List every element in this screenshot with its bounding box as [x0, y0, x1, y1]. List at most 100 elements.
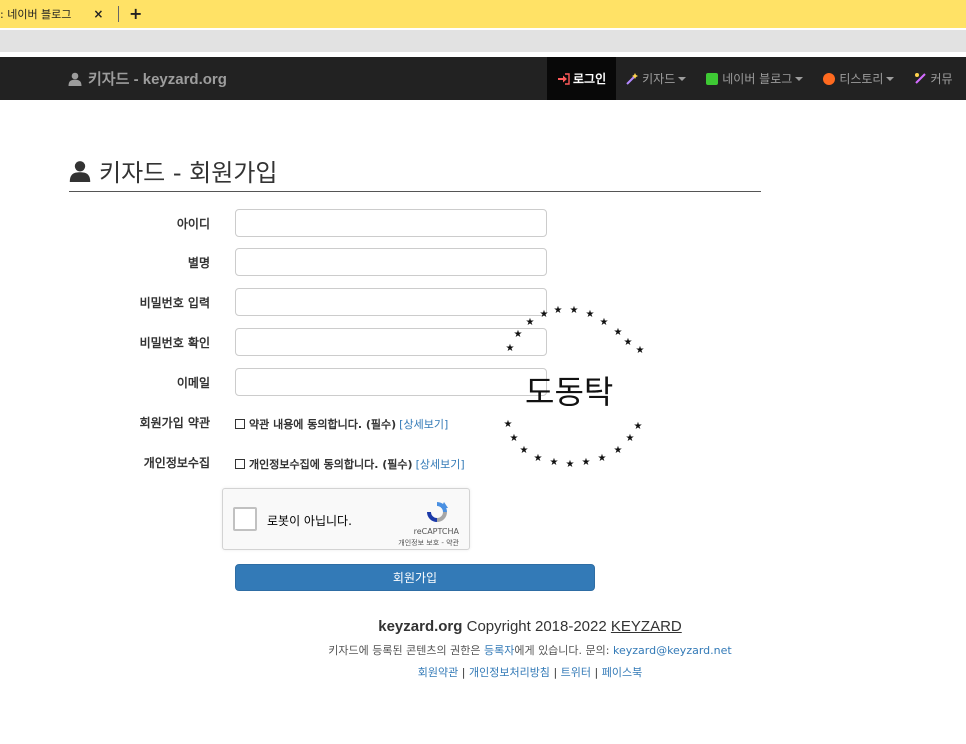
- svg-text:★: ★: [582, 457, 591, 468]
- privacy-details-link[interactable]: [상세보기]: [416, 456, 465, 472]
- password-label: 비밀번호 입력: [139, 295, 210, 310]
- footer-link-divider: |: [553, 666, 558, 679]
- footer-site: keyzard.org: [378, 618, 463, 635]
- email-label: 이메일: [176, 375, 210, 390]
- user-icon: [68, 72, 82, 86]
- svg-text:★: ★: [566, 459, 575, 470]
- footer-link-divider: |: [594, 666, 599, 679]
- recaptcha-terms-link[interactable]: 개인정보 보호 - 약관: [398, 538, 459, 548]
- footer-rights-prefix: 키자드에 등록된 콘텐츠의 권한은: [328, 644, 481, 657]
- tab-close-icon[interactable]: ×: [93, 7, 103, 21]
- svg-text:★: ★: [550, 457, 559, 468]
- svg-text:★: ★: [624, 337, 633, 348]
- svg-text:★: ★: [570, 305, 579, 316]
- footer-link-privacy[interactable]: 개인정보처리방침: [469, 666, 550, 679]
- user-icon: [69, 160, 91, 182]
- svg-text:★: ★: [526, 317, 535, 328]
- privacy-agree: 개인정보수집에 동의합니다. (필수) [상세보기]: [235, 456, 465, 472]
- recaptcha-logo-icon: [427, 502, 448, 522]
- footer-contact-email[interactable]: keyzard@keyzard.net: [613, 644, 732, 657]
- site-navbar: 키자드 - keyzard.org 로그인 키자드 네이버 블로그 티스토리 커…: [0, 57, 966, 100]
- footer-link-divider: |: [461, 666, 466, 679]
- nickname-input[interactable]: [235, 248, 547, 276]
- navbar-menu: 로그인 키자드 네이버 블로그 티스토리 커뮤: [547, 57, 963, 100]
- browser-tab[interactable]: : 네이버 블로그 ×: [0, 0, 112, 28]
- form-row-id: 아이디: [0, 209, 210, 237]
- form-row-password: 비밀번호 입력: [0, 288, 210, 316]
- form-row-nickname: 별명: [0, 248, 210, 276]
- recaptcha-widget: 로봇이 아닙니다. reCAPTCHA 개인정보 보호 - 약관: [222, 488, 470, 550]
- footer-copyright-text: Copyright 2018-2022: [466, 618, 607, 635]
- magic-wand-icon: [626, 73, 639, 85]
- privacy-check-label: 개인정보수집에 동의합니다. (필수): [249, 458, 413, 471]
- form-row-password-confirm: 비밀번호 확인: [0, 328, 210, 356]
- chevron-down-icon: [886, 76, 895, 81]
- browser-address-bar[interactable]: [0, 30, 966, 52]
- id-input[interactable]: [235, 209, 547, 237]
- watermark-stamp: ★ ★ ★ ★ ★ ★ ★ ★ ★ ★ ★ ★ ★ ★ ★ ★ ★ ★ ★ ★ …: [500, 305, 648, 470]
- svg-text:★: ★: [534, 453, 543, 464]
- watermark-text: 도동탁: [525, 373, 614, 411]
- recaptcha-label: 로봇이 아닙니다.: [267, 514, 352, 528]
- page-title-text: 키자드 - 회원가입: [99, 159, 278, 187]
- svg-text:★: ★: [540, 309, 549, 320]
- footer-link-twitter[interactable]: 트위터: [561, 666, 591, 679]
- terms-checkbox[interactable]: [235, 419, 245, 429]
- footer-link-facebook[interactable]: 페이스북: [602, 666, 642, 679]
- signup-button[interactable]: 회원가입: [235, 564, 595, 591]
- tab-divider: [118, 6, 119, 22]
- nav-community-label: 커뮤: [930, 72, 953, 86]
- navbar-brand[interactable]: 키자드 - keyzard.org: [68, 57, 227, 100]
- form-row-email: 이메일: [0, 368, 210, 396]
- nav-login[interactable]: 로그인: [547, 57, 617, 100]
- svg-text:★: ★: [600, 317, 609, 328]
- form-row-privacy: 개인정보수집: [0, 448, 210, 476]
- password-confirm-label: 비밀번호 확인: [139, 335, 210, 350]
- terms-agree: 약관 내용에 동의합니다. (필수) [상세보기]: [235, 416, 448, 432]
- recaptcha-brand: reCAPTCHA: [413, 527, 459, 536]
- chevron-down-icon: [678, 76, 687, 81]
- terms-check-label: 약관 내용에 동의합니다. (필수): [249, 418, 397, 431]
- community-icon: [915, 73, 927, 84]
- svg-text:★: ★: [510, 433, 519, 444]
- recaptcha-checkbox[interactable]: [233, 507, 257, 531]
- privacy-label: 개인정보수집: [143, 455, 210, 470]
- nav-naver-blog[interactable]: 네이버 블로그: [696, 57, 813, 100]
- privacy-checkbox[interactable]: [235, 459, 245, 469]
- nav-naver-blog-label: 네이버 블로그: [722, 72, 793, 86]
- brand-text: 키자드 - keyzard.org: [88, 71, 227, 88]
- browser-tabstrip: : 네이버 블로그 × +: [0, 0, 966, 28]
- nav-login-label: 로그인: [573, 72, 607, 86]
- chevron-down-icon: [795, 76, 804, 81]
- terms-details-link[interactable]: [상세보기]: [399, 416, 448, 432]
- svg-text:★: ★: [636, 345, 645, 356]
- footer-rights-link[interactable]: 등록자: [484, 644, 514, 657]
- tistory-icon: [823, 72, 836, 85]
- form-row-terms: 회원가입 약관: [0, 408, 210, 436]
- svg-text:★: ★: [614, 327, 623, 338]
- svg-text:★: ★: [506, 343, 515, 354]
- nickname-label: 별명: [187, 255, 210, 270]
- footer-brand-link[interactable]: KEYZARD: [611, 618, 682, 635]
- footer-links: 회원약관 | 개인정보처리방침 | 트위터 | 페이스북: [230, 664, 830, 680]
- nav-community[interactable]: 커뮤: [904, 57, 962, 100]
- svg-text:★: ★: [586, 309, 595, 320]
- nav-tistory[interactable]: 티스토리: [813, 57, 904, 100]
- footer-rights: 키자드에 등록된 콘텐츠의 권한은 등록자에게 있습니다. 문의: keyzar…: [230, 642, 830, 658]
- nav-tistory-label: 티스토리: [839, 72, 884, 86]
- nav-keyzard-label: 키자드: [642, 72, 676, 86]
- new-tab-icon[interactable]: +: [129, 6, 142, 22]
- svg-text:★: ★: [614, 445, 623, 456]
- tab-title: : 네이버 블로그: [0, 8, 72, 21]
- footer-rights-suffix: 에게 있습니다. 문의:: [514, 644, 610, 657]
- naver-blog-icon: [706, 72, 719, 85]
- nav-keyzard[interactable]: 키자드: [616, 57, 696, 100]
- page-title: 키자드 - 회원가입: [69, 150, 761, 192]
- svg-text:★: ★: [634, 421, 643, 432]
- footer-link-terms[interactable]: 회원약관: [418, 666, 458, 679]
- login-icon: [558, 72, 570, 85]
- terms-label: 회원가입 약관: [139, 415, 210, 430]
- svg-text:★: ★: [626, 433, 635, 444]
- svg-text:★: ★: [514, 329, 523, 340]
- footer-copyright: keyzard.org Copyright 2018-2022 KEYZARD: [230, 618, 830, 635]
